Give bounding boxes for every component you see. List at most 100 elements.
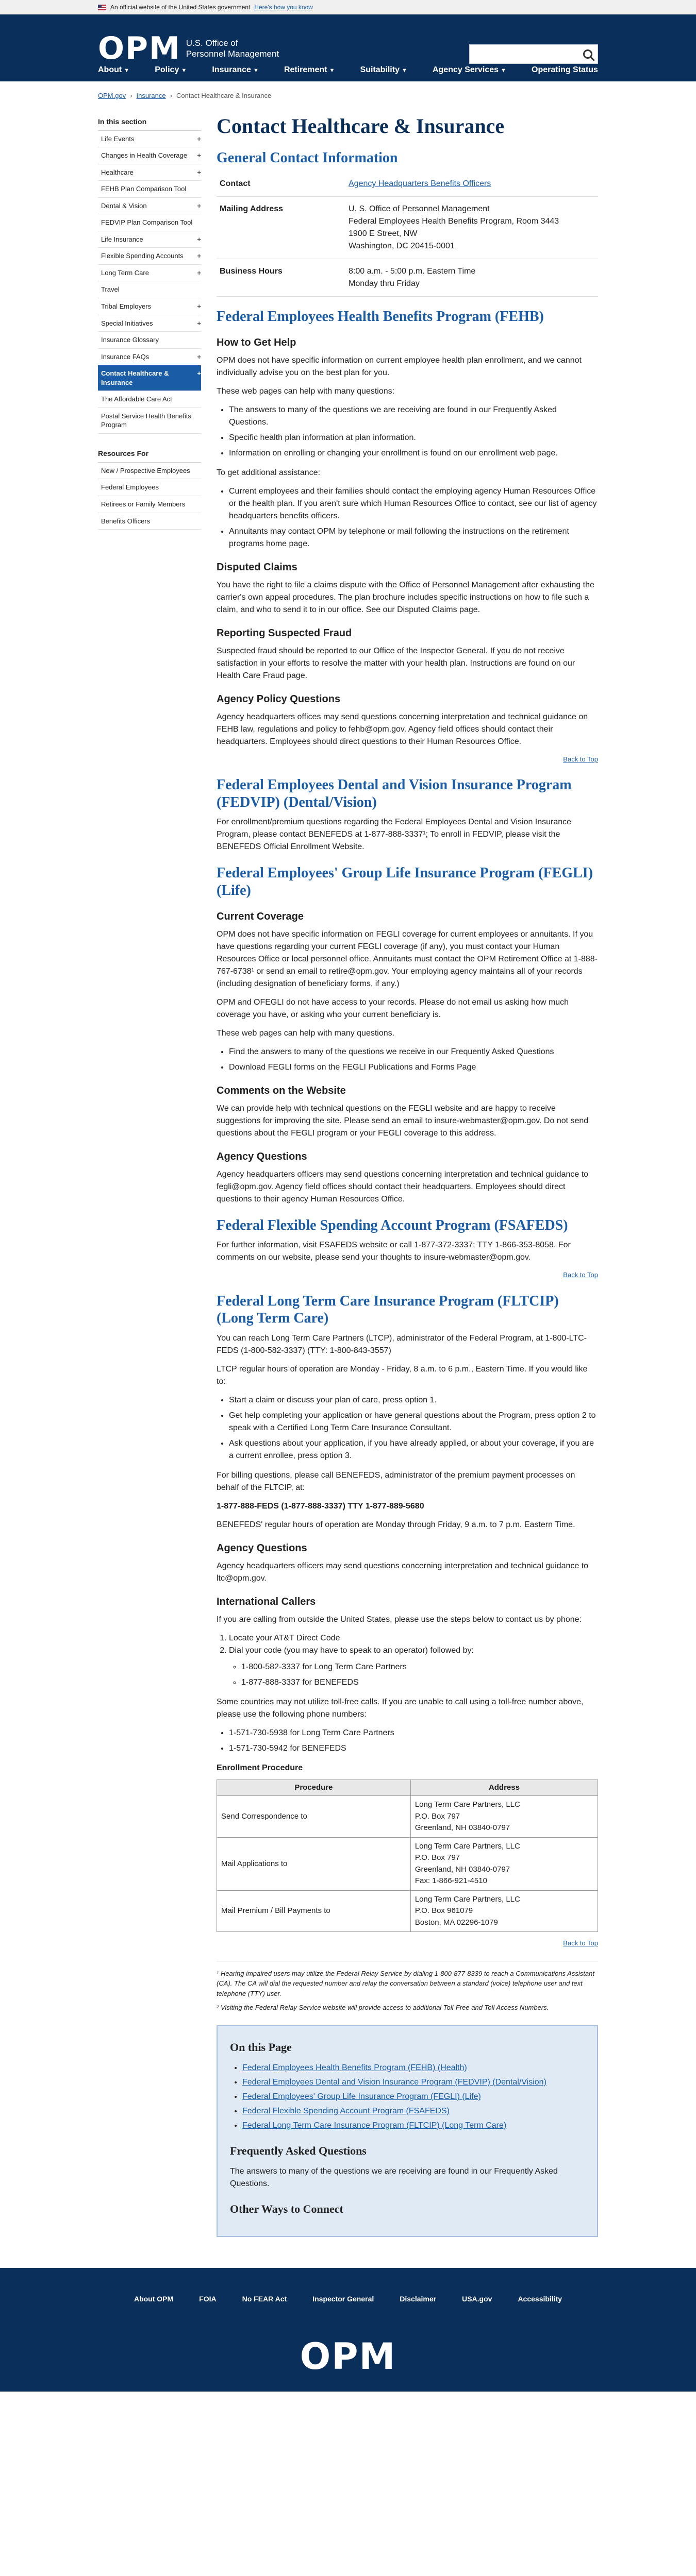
- back-to-top: Back to Top: [217, 754, 598, 765]
- sidebar-item[interactable]: Flexible Spending Accounts +: [98, 248, 201, 265]
- enrollment-procedure-heading: Enrollment Procedure: [217, 1763, 303, 1772]
- address-line: P.O. Box 961079: [415, 1906, 473, 1916]
- sidebar-item[interactable]: Long Term Care +: [98, 265, 201, 282]
- sidebar-item[interactable]: Life Insurance +: [98, 231, 201, 248]
- paragraph: For billing questions, please call BENEF…: [217, 1470, 575, 1492]
- back-to-top-link[interactable]: Back to Top: [563, 1939, 598, 1947]
- list-item: Specific health plan information at plan…: [229, 432, 598, 444]
- sidebar-item[interactable]: Postal Service Health Benefits Program: [98, 408, 201, 434]
- footer-link[interactable]: Accessibility: [518, 2294, 562, 2304]
- breadcrumb-current: Contact Healthcare & Insurance: [176, 92, 272, 99]
- nav-label: Operating Status: [532, 65, 598, 74]
- footer-link[interactable]: About OPM: [134, 2294, 173, 2304]
- plus-icon[interactable]: +: [197, 369, 201, 387]
- anchor-link-fsafeds[interactable]: Federal Flexible Spending Account Progra…: [242, 2107, 450, 2115]
- column-header: Address: [410, 1779, 599, 1797]
- footer-link[interactable]: Inspector General: [312, 2294, 374, 2304]
- paragraph: LTCP regular hours of operation are Mond…: [217, 1364, 588, 1386]
- paragraph: Some countries may not utilize toll-free…: [217, 1697, 584, 1719]
- sidebar-item-active[interactable]: Contact Healthcare & Insurance +: [98, 365, 201, 392]
- back-to-top-link[interactable]: Back to Top: [563, 755, 598, 763]
- main-content: Contact Healthcare & Insurance General C…: [217, 110, 599, 2258]
- on-this-page-list: Federal Employees Health Benefits Progra…: [242, 2062, 585, 2132]
- sidebar-item[interactable]: Changes in Health Coverage +: [98, 147, 201, 164]
- sidebar-item-label: Changes in Health Coverage: [101, 151, 187, 160]
- plus-icon[interactable]: +: [197, 251, 201, 261]
- footer-link[interactable]: Disclaimer: [400, 2294, 436, 2304]
- table-key: Mailing Address: [217, 196, 345, 260]
- sidebar-item[interactable]: Tribal Employers +: [98, 298, 201, 315]
- list-item: Current employees and their families sho…: [229, 485, 598, 522]
- table-row: Mailing Address U. S. Office of Personne…: [217, 196, 598, 260]
- nav-agency-services[interactable]: Agency Services ▼: [433, 64, 506, 76]
- sidebar-item[interactable]: Insurance FAQs +: [98, 349, 201, 366]
- heres-how-link[interactable]: Here's how you know: [254, 3, 313, 12]
- search-icon[interactable]: [583, 49, 592, 59]
- plus-icon[interactable]: +: [197, 168, 201, 177]
- on-this-page-box: On this Page Federal Employees Health Be…: [217, 2025, 598, 2237]
- anchor-link-fedvip[interactable]: Federal Employees Dental and Vision Insu…: [242, 2078, 546, 2087]
- nav-insurance[interactable]: Insurance ▼: [212, 64, 258, 76]
- plus-icon[interactable]: +: [197, 352, 201, 362]
- footer-link[interactable]: No FEAR Act: [242, 2294, 287, 2304]
- sidebar-item-label: FEHB Plan Comparison Tool: [101, 185, 187, 193]
- sidebar-item-label: FEDVIP Plan Comparison Tool: [101, 218, 193, 227]
- sidebar-item[interactable]: Insurance Glossary: [98, 332, 201, 349]
- resources-item[interactable]: New / Prospective Employees: [98, 463, 201, 480]
- content-layout: In this section Life Events + Changes in …: [0, 110, 696, 2258]
- paragraph: Agency headquarters officers may send qu…: [217, 1170, 589, 1204]
- sidebar-item-label: Travel: [101, 285, 120, 294]
- paragraph: Agency headquarters officers may send qu…: [217, 1561, 589, 1583]
- address-line: Long Term Care Partners, LLC: [415, 1841, 520, 1851]
- resources-item[interactable]: Federal Employees: [98, 479, 201, 496]
- plus-icon[interactable]: +: [197, 319, 201, 328]
- plus-icon[interactable]: +: [197, 235, 201, 244]
- list-item: Dial your code (you may have to speak to…: [229, 1645, 598, 1689]
- nav-policy[interactable]: Policy ▼: [155, 64, 187, 76]
- list-item: Find the answers to many of the question…: [229, 1046, 598, 1058]
- breadcrumb-home[interactable]: OPM.gov: [98, 91, 126, 101]
- back-to-top-link[interactable]: Back to Top: [563, 1271, 598, 1279]
- sidebar-item-label: Dental & Vision: [101, 201, 147, 210]
- footer-link[interactable]: USA.gov: [462, 2294, 492, 2304]
- column-header: Procedure: [217, 1779, 411, 1797]
- nav-about[interactable]: About ▼: [98, 64, 129, 76]
- sidebar-item[interactable]: The Affordable Care Act: [98, 391, 201, 408]
- sidebar-item[interactable]: FEDVIP Plan Comparison Tool: [98, 214, 201, 231]
- plus-icon[interactable]: +: [197, 268, 201, 278]
- anchor-link-fltcip[interactable]: Federal Long Term Care Insurance Program…: [242, 2121, 506, 2130]
- sidebar-item[interactable]: Healthcare +: [98, 164, 201, 181]
- plus-icon[interactable]: +: [197, 134, 201, 144]
- sidebar-item[interactable]: FEHB Plan Comparison Tool: [98, 181, 201, 198]
- anchor-link-fehb[interactable]: Federal Employees Health Benefits Progra…: [242, 2063, 467, 2072]
- list-item: Federal Employees Dental and Vision Insu…: [242, 2076, 585, 2089]
- table-cell: Send Correspondence to: [217, 1795, 411, 1838]
- breadcrumb-insurance[interactable]: Insurance: [137, 91, 166, 101]
- sidebar-heading: In this section: [98, 116, 201, 131]
- sidebar-item[interactable]: Life Events +: [98, 131, 201, 148]
- address-line: P.O. Box 797: [415, 1853, 460, 1862]
- sidebar-item[interactable]: Special Initiatives +: [98, 315, 201, 332]
- table-value: 8:00 a.m. - 5:00 p.m. Eastern Time Monda…: [345, 259, 598, 297]
- benefits-officers-link[interactable]: Agency Headquarters Benefits Officers: [349, 179, 491, 188]
- footer-logo[interactable]: OPM: [300, 2330, 396, 2384]
- nav-suitability[interactable]: Suitability ▼: [360, 64, 407, 76]
- sidebar-item-label: Flexible Spending Accounts: [101, 252, 184, 260]
- resources-item[interactable]: Benefits Officers: [98, 513, 201, 530]
- nav-operating-status[interactable]: Operating Status: [532, 64, 598, 76]
- table-header-row: Procedure Address: [217, 1779, 599, 1797]
- sidebar-item[interactable]: Travel: [98, 281, 201, 298]
- paragraph: We can provide help with technical quest…: [217, 1104, 589, 1138]
- nav-retirement[interactable]: Retirement ▼: [284, 64, 335, 76]
- plus-icon[interactable]: +: [197, 302, 201, 311]
- plus-icon[interactable]: +: [197, 151, 201, 160]
- list-item: 1-571-730-5938 for Long Term Care Partne…: [229, 1727, 598, 1739]
- plus-icon[interactable]: +: [197, 201, 201, 211]
- footer-link[interactable]: FOIA: [199, 2294, 216, 2304]
- sidebar-item[interactable]: Dental & Vision +: [98, 198, 201, 215]
- bullet-list: The answers to many of the questions we …: [229, 404, 598, 460]
- resources-item[interactable]: Retirees or Family Members: [98, 496, 201, 513]
- anchor-link-fegli[interactable]: Federal Employees' Group Life Insurance …: [242, 2092, 481, 2101]
- paragraph: OPM and OFEGLI do not have access to you…: [217, 997, 569, 1019]
- list-item: Get help completing your application or …: [229, 1410, 598, 1434]
